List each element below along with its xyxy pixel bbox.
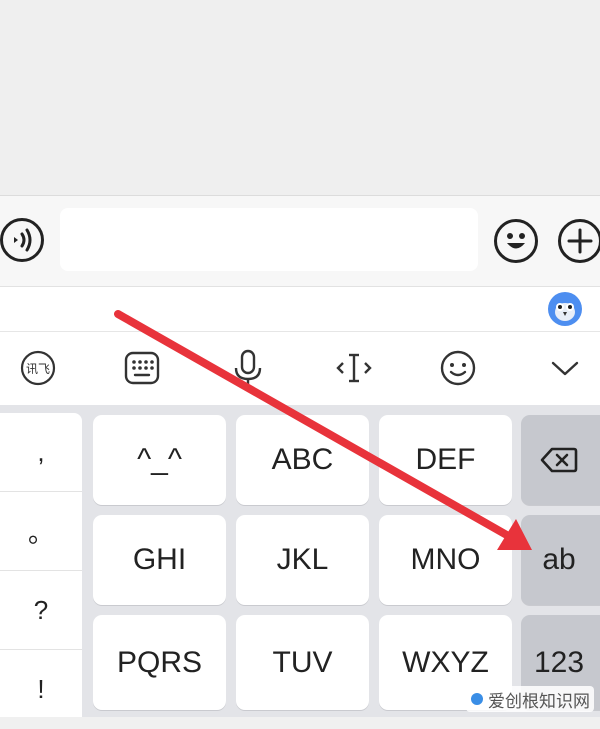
key-mno[interactable]: MNO — [379, 515, 512, 605]
key-ab[interactable]: ab — [521, 515, 600, 605]
key-def[interactable]: DEF — [379, 415, 512, 505]
emoji-icon[interactable] — [438, 348, 478, 388]
chat-area — [0, 0, 600, 196]
key-ghi[interactable]: GHI — [93, 515, 226, 605]
plus-button[interactable] — [558, 219, 600, 263]
key-tuv[interactable]: TUV — [236, 615, 369, 710]
key-pqrs[interactable]: PQRS — [93, 615, 226, 710]
suggestion-bar — [0, 287, 600, 332]
backspace-key[interactable] — [521, 415, 600, 505]
xunfei-logo-icon[interactable]: 讯飞 — [18, 348, 58, 388]
microphone-icon[interactable] — [228, 348, 268, 388]
key-abc[interactable]: ABC — [236, 415, 369, 505]
backspace-icon — [540, 447, 578, 473]
punctuation-column: , 。 ? ! — [0, 413, 82, 717]
svg-text:讯飞: 讯飞 — [26, 362, 50, 376]
keyboard-toolbar — [0, 332, 600, 405]
cursor-icon[interactable] — [334, 348, 374, 388]
key-jkl[interactable]: JKL — [236, 515, 369, 605]
key-emoticon[interactable]: ^_^ — [93, 415, 226, 505]
smiley-icon — [507, 233, 525, 249]
punct-question-key[interactable]: ? — [0, 571, 82, 650]
chevron-down-icon[interactable] — [545, 348, 585, 388]
plus-icon — [567, 228, 593, 254]
message-input[interactable] — [60, 208, 478, 271]
punct-exclaim-key[interactable]: ! — [0, 650, 82, 729]
voice-button[interactable] — [0, 218, 44, 262]
keyboard-icon[interactable] — [122, 348, 162, 388]
mascot-icon[interactable] — [548, 292, 582, 326]
voice-waves-icon — [14, 228, 32, 252]
watermark: 爱创根知识网 — [466, 686, 594, 712]
watermark-text: 爱创根知识网 — [488, 691, 590, 711]
watermark-logo-icon — [471, 693, 483, 705]
emoji-button[interactable] — [494, 219, 538, 263]
punct-comma-key[interactable]: , — [0, 413, 82, 492]
punct-period-key[interactable]: 。 — [0, 492, 82, 571]
